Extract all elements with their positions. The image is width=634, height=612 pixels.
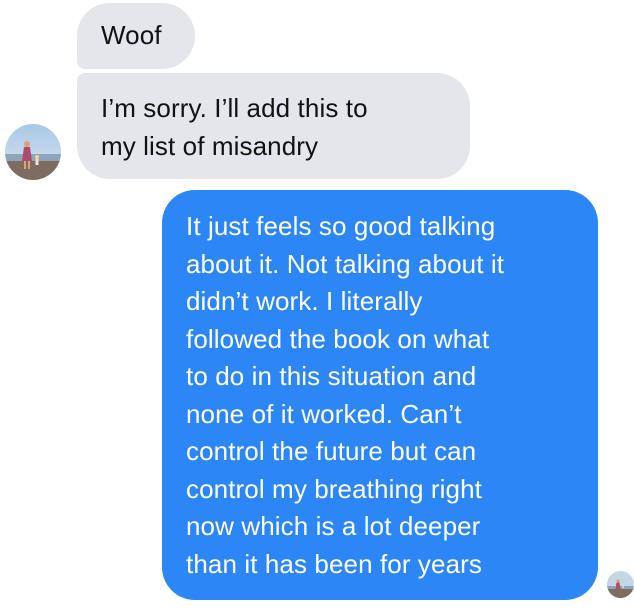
message-bubble-incoming[interactable]: Woof <box>77 3 195 69</box>
contact-avatar[interactable] <box>5 124 61 180</box>
read-receipt-avatar <box>607 571 634 598</box>
beach-photo-icon <box>607 571 634 598</box>
message-bubble-incoming[interactable]: I’m sorry. I’ll add this to my list of m… <box>77 73 470 179</box>
message-thread: Woof I’m sorry. I’ll add this to my list… <box>0 0 634 612</box>
beach-photo-icon <box>5 124 61 180</box>
message-bubble-outgoing[interactable]: It just feels so good talking about it. … <box>162 190 598 600</box>
